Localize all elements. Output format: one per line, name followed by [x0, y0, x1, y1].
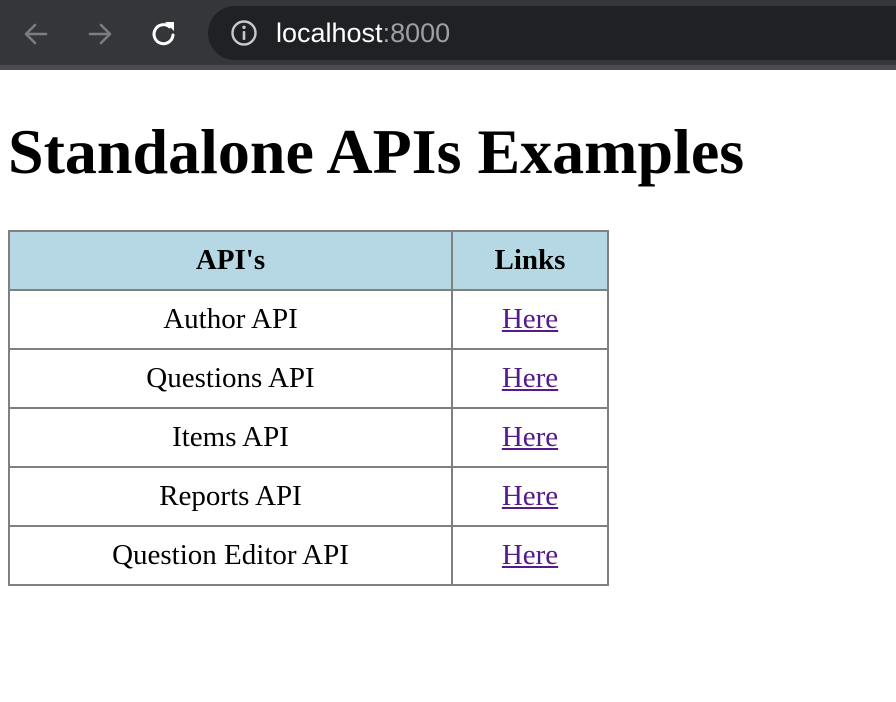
api-name-cell: Reports API — [8, 466, 453, 527]
forward-button[interactable] — [80, 14, 120, 54]
info-circle-icon[interactable] — [230, 19, 258, 47]
header-links: Links — [451, 230, 609, 291]
address-bar[interactable]: localhost:8000 — [208, 6, 896, 60]
api-name-cell: Author API — [8, 289, 453, 350]
table-row: Reports API Here — [8, 466, 609, 527]
arrow-right-icon — [88, 23, 112, 45]
page-content: Standalone APIs Examples API's Links Aut… — [0, 70, 896, 702]
url-text[interactable]: localhost:8000 — [276, 16, 450, 50]
table-row: Question Editor API Here — [8, 525, 609, 586]
api-table: API's Links Author API Here Questions AP… — [8, 230, 609, 586]
author-api-link[interactable]: Here — [502, 303, 558, 335]
header-apis: API's — [8, 230, 453, 291]
page-title: Standalone APIs Examples — [8, 116, 745, 187]
api-name-cell: Question Editor API — [8, 525, 453, 586]
table-header-row: API's Links — [8, 230, 609, 291]
questions-api-link[interactable]: Here — [502, 362, 558, 394]
url-port: :8000 — [382, 18, 451, 48]
reload-icon — [152, 22, 175, 46]
browser-toolbar: localhost:8000 — [0, 0, 896, 70]
table-row: Questions API Here — [8, 348, 609, 409]
table-row: Author API Here — [8, 289, 609, 350]
api-name-cell: Questions API — [8, 348, 453, 409]
link-cell: Here — [451, 289, 609, 350]
link-cell: Here — [451, 407, 609, 468]
link-cell: Here — [451, 348, 609, 409]
back-button[interactable] — [16, 14, 56, 54]
url-host: localhost — [276, 18, 383, 48]
link-cell: Here — [451, 525, 609, 586]
api-name-cell: Items API — [8, 407, 453, 468]
link-cell: Here — [451, 466, 609, 527]
question-editor-api-link[interactable]: Here — [502, 539, 558, 571]
arrow-left-icon — [24, 23, 48, 45]
table-row: Items API Here — [8, 407, 609, 468]
items-api-link[interactable]: Here — [502, 421, 558, 453]
reload-button[interactable] — [144, 14, 184, 54]
reports-api-link[interactable]: Here — [502, 480, 558, 512]
